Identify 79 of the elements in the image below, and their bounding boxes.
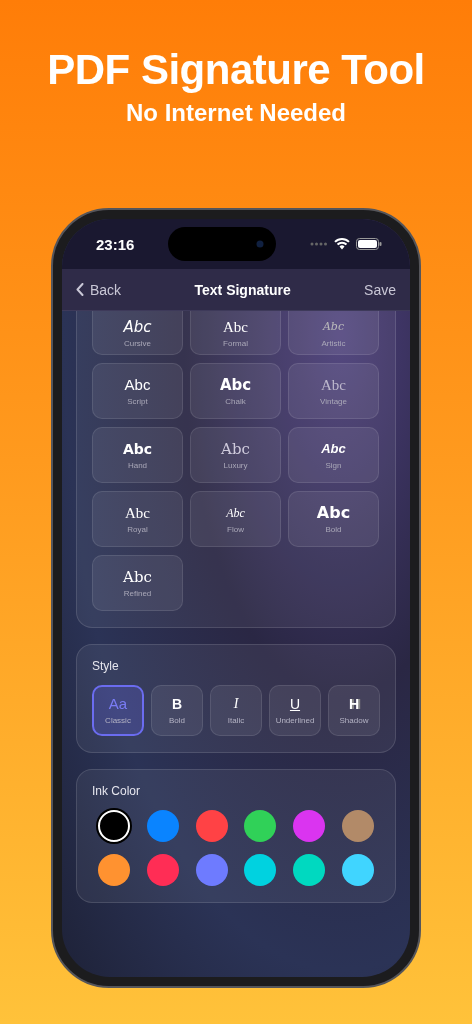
subheadline: No Internet Needed [126, 98, 346, 128]
font-name: Luxury [223, 461, 248, 470]
font-sample: Abc [226, 505, 245, 522]
style-name: Italic [227, 716, 245, 725]
font-option[interactable]: Abc Hand [92, 427, 183, 483]
font-sample: Abc [223, 318, 248, 336]
camera-icon [256, 240, 265, 248]
color-swatch[interactable] [146, 854, 179, 886]
section-title: Style [92, 659, 120, 673]
font-option[interactable]: Abc Bold [288, 491, 379, 547]
font-name: Cursive [123, 339, 152, 348]
font-option[interactable]: Abc Sign [288, 427, 379, 483]
color-swatch[interactable] [244, 810, 277, 842]
font-name: Flow [227, 525, 244, 534]
headline: PDF Signature Tool [47, 46, 425, 94]
style-name: Bold [169, 716, 185, 725]
font-sample: Abc [122, 440, 153, 458]
style-name: Shadow [339, 716, 369, 725]
color-swatch[interactable] [146, 810, 179, 842]
color-swatch[interactable] [98, 810, 130, 842]
save-button[interactable]: Save [364, 281, 396, 298]
style-name: Classic [105, 716, 131, 725]
color-swatch[interactable] [342, 854, 374, 886]
status-time: 23:16 [96, 235, 135, 253]
font-option[interactable]: Abc Refined [92, 555, 183, 611]
color-swatch[interactable] [244, 854, 277, 886]
wifi-icon [334, 238, 350, 250]
font-option[interactable]: Abc Artistic [288, 311, 379, 355]
section-title: Ink Color [92, 784, 142, 798]
font-sample: Abc [123, 318, 152, 336]
font-option[interactable]: Abc Chalk [190, 363, 281, 419]
font-sample: Abc [125, 504, 150, 522]
font-name: Chalk [225, 397, 246, 406]
color-swatch[interactable] [293, 810, 326, 842]
font-name: Artistic [321, 339, 346, 348]
style-glyph: Aa [108, 696, 128, 712]
font-sample: Abc [316, 504, 351, 522]
font-name: Formal [223, 339, 248, 348]
color-swatch[interactable] [293, 854, 326, 886]
style-option[interactable]: Aa Classic [92, 685, 144, 736]
font-name: Bold [325, 525, 342, 534]
font-sample: Abc [321, 376, 346, 394]
font-name: Vintage [320, 397, 347, 406]
chevron-left-icon [76, 283, 84, 296]
font-option[interactable]: Abc Cursive [92, 311, 183, 355]
font-name: Sign [325, 461, 342, 470]
color-swatch[interactable] [195, 810, 228, 842]
style-glyph: H [348, 696, 360, 712]
style-glyph: B [171, 696, 183, 712]
font-option[interactable]: Abc Luxury [190, 427, 281, 483]
font-option[interactable]: Abc Vintage [288, 363, 379, 419]
font-sample: Abc [124, 376, 151, 394]
style-name: Underlined [275, 716, 315, 725]
style-glyph: I [233, 696, 239, 712]
style-option[interactable]: I Italic [210, 685, 262, 736]
font-name: Royal [127, 525, 148, 534]
screen-title: Text Signature [194, 281, 291, 298]
font-name: Refined [123, 589, 152, 598]
font-name: Hand [127, 461, 148, 470]
font-name: Script [127, 397, 148, 406]
style-option[interactable]: B Bold [151, 685, 203, 736]
color-swatch[interactable] [195, 854, 228, 886]
font-option[interactable]: Abc Formal [190, 311, 281, 355]
font-sample: Abc [322, 319, 345, 335]
font-sample: Abc [219, 376, 252, 394]
back-button[interactable]: Back [76, 281, 122, 298]
font-option[interactable]: Abc Script [92, 363, 183, 419]
style-glyph: U [289, 696, 301, 712]
font-option[interactable]: Abc Royal [92, 491, 183, 547]
font-sample: Abc [221, 440, 250, 458]
signal-icon [310, 242, 328, 246]
font-sample: Abc [123, 568, 152, 586]
style-option[interactable]: U Underlined [269, 685, 321, 736]
battery-icon [356, 238, 382, 250]
color-swatch[interactable] [342, 810, 374, 842]
font-option[interactable]: Abc Flow [190, 491, 281, 547]
style-option[interactable]: H Shadow [328, 685, 380, 736]
color-swatch[interactable] [98, 854, 130, 886]
font-sample: Abc [321, 440, 346, 458]
